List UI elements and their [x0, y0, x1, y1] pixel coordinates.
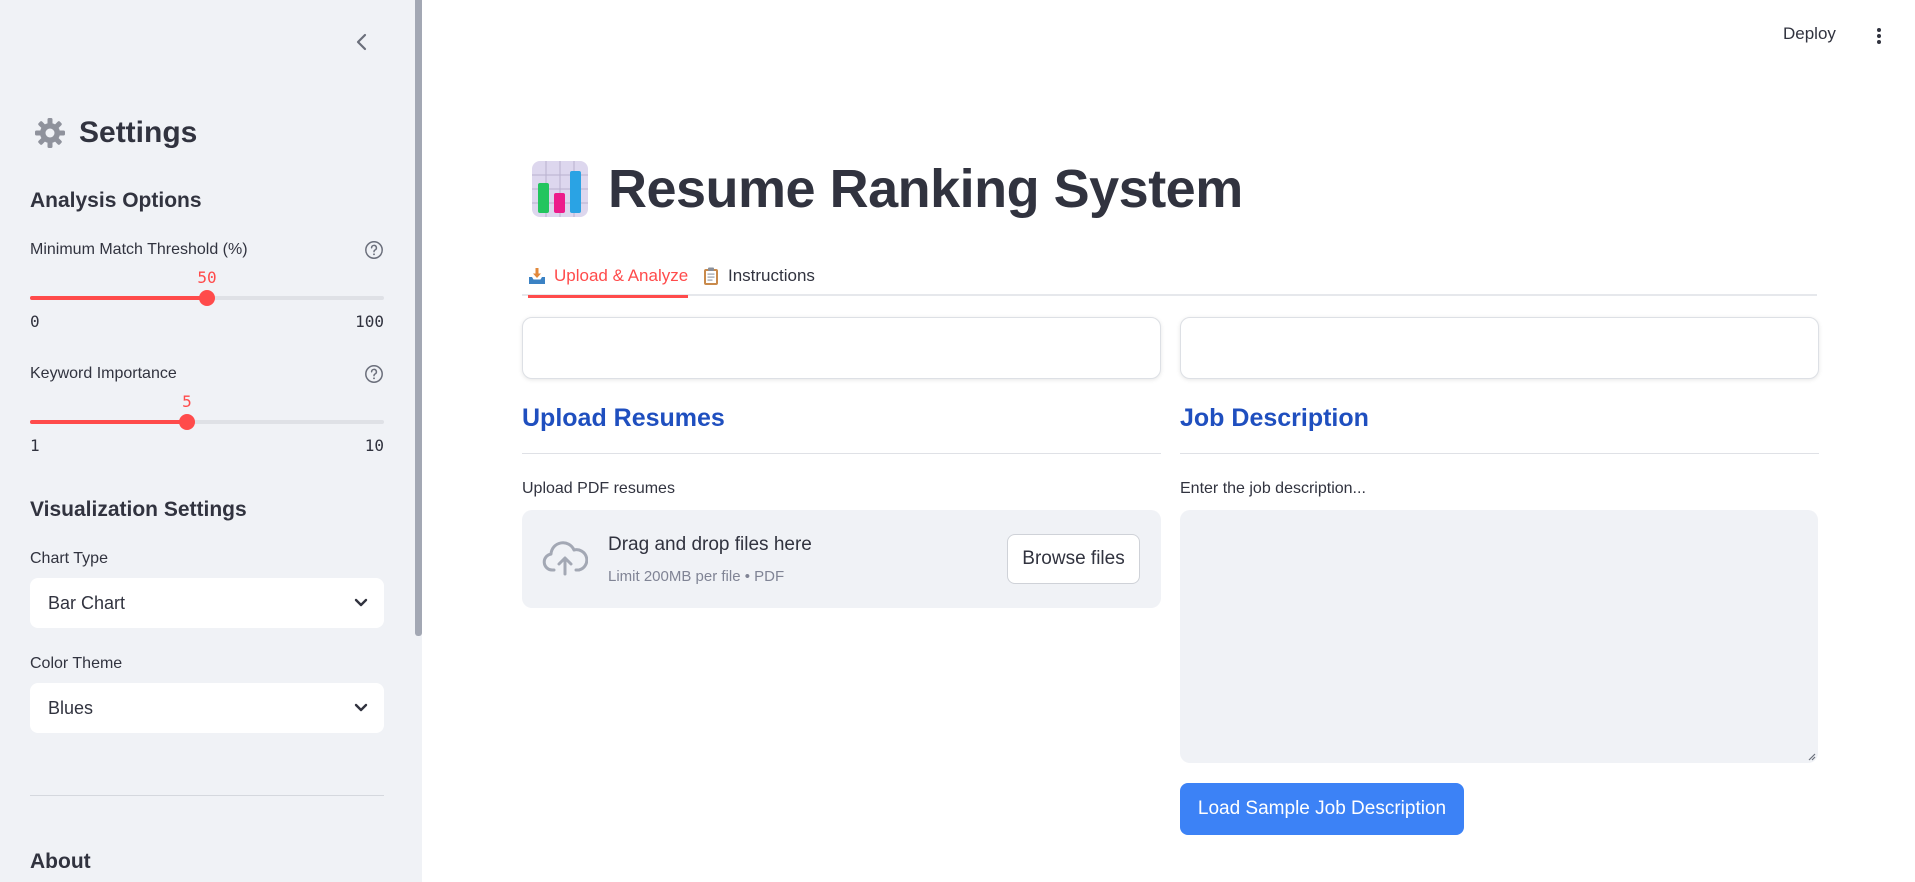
slider-fill	[30, 296, 207, 300]
kebab-dot	[1877, 34, 1881, 38]
tab-label: Instructions	[728, 266, 815, 285]
tab-label: Upload & Analyze	[554, 266, 689, 285]
cloud-upload-icon	[542, 541, 588, 576]
slider-max: 10	[364, 436, 384, 455]
chart-type-select[interactable]: Bar Chart	[30, 578, 384, 628]
chevron-down-icon	[354, 703, 368, 712]
slider-thumb[interactable]	[179, 414, 195, 430]
keyword-importance-label: Keyword Importance	[30, 365, 177, 382]
dropzone-limit: Limit 200MB per file • PDF	[608, 568, 785, 585]
about-heading: About	[30, 850, 91, 873]
chevron-down-icon	[354, 598, 368, 607]
slider-value: 5	[182, 392, 192, 411]
load-sample-job-description-button[interactable]: Load Sample Job Description	[1180, 783, 1464, 835]
chevron-left-icon	[356, 33, 367, 51]
help-icon[interactable]	[364, 364, 384, 384]
browse-files-button[interactable]: Browse files	[1007, 534, 1140, 584]
analysis-options-heading: Analysis Options	[30, 189, 202, 212]
slider-thumb[interactable]	[199, 290, 215, 306]
help-icon[interactable]	[364, 240, 384, 260]
slider-value: 50	[197, 268, 217, 287]
dropzone-instructions: Drag and drop files here	[608, 534, 812, 555]
slider-min: 1	[30, 436, 40, 455]
sidebar-divider	[30, 795, 384, 796]
sidebar-title: Settings	[33, 116, 197, 150]
slider-fill	[30, 420, 187, 424]
keyword-importance-slider[interactable]: 5 1 10	[30, 392, 384, 458]
sidebar: Settings Analysis Options Minimum Match …	[0, 0, 422, 882]
kebab-dot	[1877, 40, 1881, 44]
page-title: Resume Ranking System	[532, 158, 1243, 220]
upload-card	[522, 317, 1161, 379]
main-menu-button[interactable]	[1872, 24, 1886, 48]
deploy-button[interactable]: Deploy	[1783, 24, 1836, 44]
gear-icon	[35, 118, 65, 148]
color-theme-label: Color Theme	[30, 655, 123, 672]
tab-upload-analyze[interactable]: Upload & Analyze	[528, 258, 689, 298]
chart-type-value: Bar Chart	[48, 592, 126, 613]
inbox-tray-icon	[529, 268, 545, 284]
color-theme-select[interactable]: Blues	[30, 683, 384, 733]
job-description-heading: Job Description	[1180, 404, 1369, 432]
job-card	[1180, 317, 1819, 379]
bar-chart-icon	[532, 161, 588, 217]
file-dropzone[interactable]: Drag and drop files here Limit 200MB per…	[522, 510, 1161, 608]
upload-pdf-label: Upload PDF resumes	[522, 480, 675, 497]
threshold-slider[interactable]: 50 0 100	[30, 268, 384, 334]
upload-resumes-heading: Upload Resumes	[522, 404, 725, 432]
clipboard-icon	[704, 267, 718, 285]
tab-instructions[interactable]: Instructions	[702, 258, 815, 294]
threshold-label: Minimum Match Threshold (%)	[30, 241, 248, 258]
job-description-textarea[interactable]	[1180, 510, 1818, 763]
sidebar-title-text: Settings	[79, 116, 198, 149]
job-description-label: Enter the job description...	[1180, 480, 1366, 497]
sidebar-scrollbar[interactable]	[415, 0, 422, 636]
page-title-text: Resume Ranking System	[608, 159, 1243, 219]
visualization-settings-heading: Visualization Settings	[30, 498, 247, 521]
tab-bar: Upload & Analyze Instructions	[522, 254, 1817, 298]
slider-max: 100	[355, 312, 384, 331]
color-theme-value: Blues	[48, 697, 94, 718]
kebab-dot	[1877, 28, 1881, 32]
chart-type-label: Chart Type	[30, 550, 108, 567]
section-divider	[522, 453, 1161, 454]
section-divider	[1180, 453, 1819, 454]
slider-min: 0	[30, 312, 40, 331]
resize-grip-icon[interactable]	[1806, 751, 1816, 761]
collapse-sidebar-button[interactable]	[350, 28, 374, 56]
